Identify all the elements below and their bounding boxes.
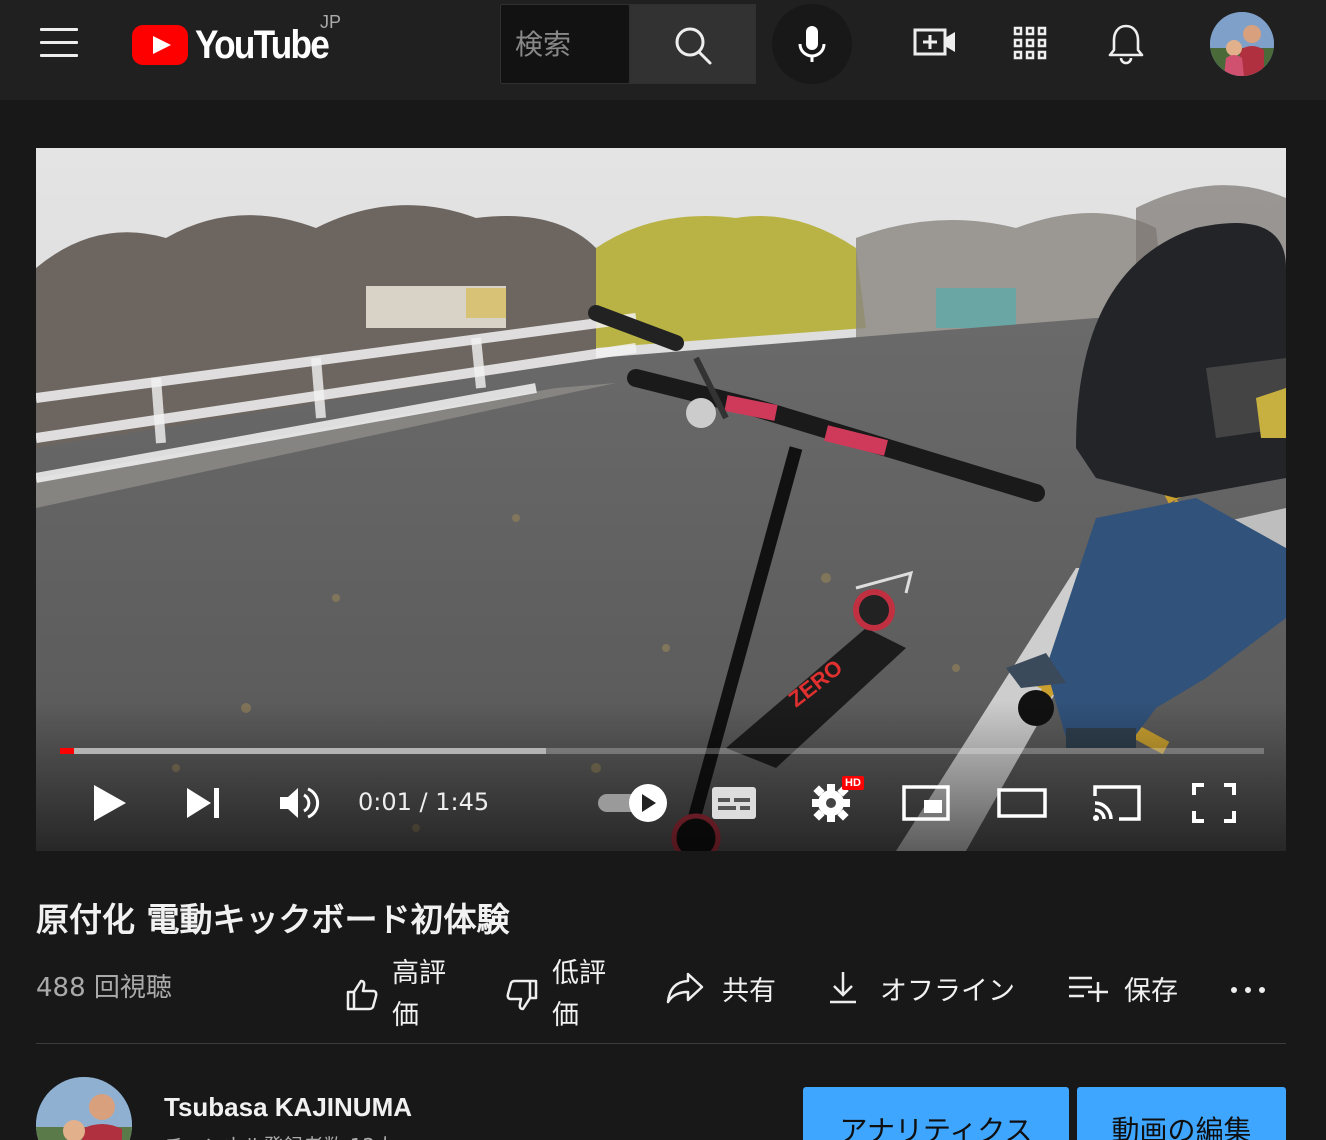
apps-grid-icon xyxy=(1013,26,1047,60)
video-player[interactable]: ZERO 0:01 / 1:45 HD xyxy=(36,148,1286,851)
thumbs-down-icon xyxy=(506,979,538,1011)
channel-name[interactable]: Tsubasa KAJINUMA xyxy=(164,1092,412,1123)
search-icon xyxy=(675,27,712,65)
controls-gradient xyxy=(36,701,1286,851)
cast-icon xyxy=(1093,785,1141,821)
fullscreen-button[interactable] xyxy=(1188,778,1240,828)
voice-search-button[interactable] xyxy=(772,4,852,84)
region-code: JP xyxy=(320,12,342,32)
like-button[interactable]: 高評 価 xyxy=(344,953,446,1037)
divider xyxy=(36,1043,1286,1044)
dislike-label-line1: 低評 xyxy=(552,958,606,989)
share-arrow-icon xyxy=(666,972,704,1004)
search-button[interactable] xyxy=(630,4,756,84)
play-icon xyxy=(94,785,126,821)
edit-video-button[interactable]: 動画の編集 xyxy=(1077,1087,1286,1140)
play-button[interactable] xyxy=(86,778,134,828)
time-display: 0:01 / 1:45 xyxy=(358,788,489,816)
channel-subscriber-count: チャンネル登録者数 12人 xyxy=(164,1130,395,1140)
masthead: YouTube JP xyxy=(0,0,1326,100)
video-camera-plus-icon xyxy=(913,28,955,56)
like-label-line2: 価 xyxy=(392,1000,419,1031)
search-box xyxy=(500,4,630,84)
download-icon xyxy=(830,972,856,1004)
dislike-label-line2: 価 xyxy=(552,1000,579,1031)
skip-next-icon xyxy=(187,788,219,818)
offline-label: オフライン xyxy=(880,975,1015,1007)
share-button[interactable]: 共有 xyxy=(664,968,776,1008)
time-current: 0:01 xyxy=(358,788,412,816)
time-total: 1:45 xyxy=(435,788,490,816)
playlist-add-icon xyxy=(1069,976,1108,1002)
avatar-photo xyxy=(1210,12,1274,76)
youtube-play-icon xyxy=(132,25,188,65)
volume-icon xyxy=(280,787,320,819)
create-video-button[interactable] xyxy=(910,18,960,68)
like-label-line1: 高評 xyxy=(392,958,446,989)
channel-avatar-photo xyxy=(36,1077,132,1140)
hd-badge: HD xyxy=(842,776,864,790)
thumbs-up-icon xyxy=(346,979,378,1011)
logo-text: YouTube xyxy=(195,22,330,67)
autoplay-toggle-icon xyxy=(598,784,667,822)
subtitles-button[interactable] xyxy=(708,778,760,828)
channel-avatar[interactable] xyxy=(36,1077,132,1140)
view-count: 488 回視聴 xyxy=(36,973,172,1003)
notifications-button[interactable] xyxy=(1101,18,1151,68)
microphone-icon xyxy=(798,26,826,62)
more-actions-button[interactable] xyxy=(1228,974,1268,1004)
miniplayer-icon xyxy=(902,785,950,821)
share-label: 共有 xyxy=(722,975,776,1007)
progress-buffered xyxy=(60,748,547,754)
more-horizontal-icon xyxy=(1231,987,1265,993)
search-input[interactable] xyxy=(501,5,629,83)
time-separator: / xyxy=(411,788,436,816)
theater-mode-icon xyxy=(997,788,1047,818)
progress-played xyxy=(60,748,75,754)
bell-icon xyxy=(1108,24,1144,65)
dislike-button[interactable]: 低評 価 xyxy=(504,953,606,1037)
cast-button[interactable] xyxy=(1091,778,1143,828)
autoplay-toggle[interactable] xyxy=(596,778,674,828)
save-label: 保存 xyxy=(1124,975,1178,1007)
mute-button[interactable] xyxy=(276,778,324,828)
youtube-logo[interactable]: YouTube xyxy=(132,22,346,68)
miniplayer-button[interactable] xyxy=(900,778,952,828)
hamburger-menu-icon[interactable] xyxy=(40,28,80,60)
subtitles-icon xyxy=(712,787,756,819)
offline-download-button[interactable]: オフライン xyxy=(826,968,1015,1008)
save-button[interactable]: 保存 xyxy=(1066,968,1178,1008)
apps-button[interactable] xyxy=(1005,18,1055,68)
fullscreen-icon xyxy=(1192,783,1236,823)
analytics-button[interactable]: アナリティクス xyxy=(803,1087,1069,1140)
account-avatar[interactable] xyxy=(1210,12,1274,76)
next-button[interactable] xyxy=(181,778,229,828)
theater-mode-button[interactable] xyxy=(996,778,1048,828)
video-title: 原付化 電動キックボード初体験 xyxy=(36,900,510,939)
progress-bar[interactable] xyxy=(60,748,1264,754)
